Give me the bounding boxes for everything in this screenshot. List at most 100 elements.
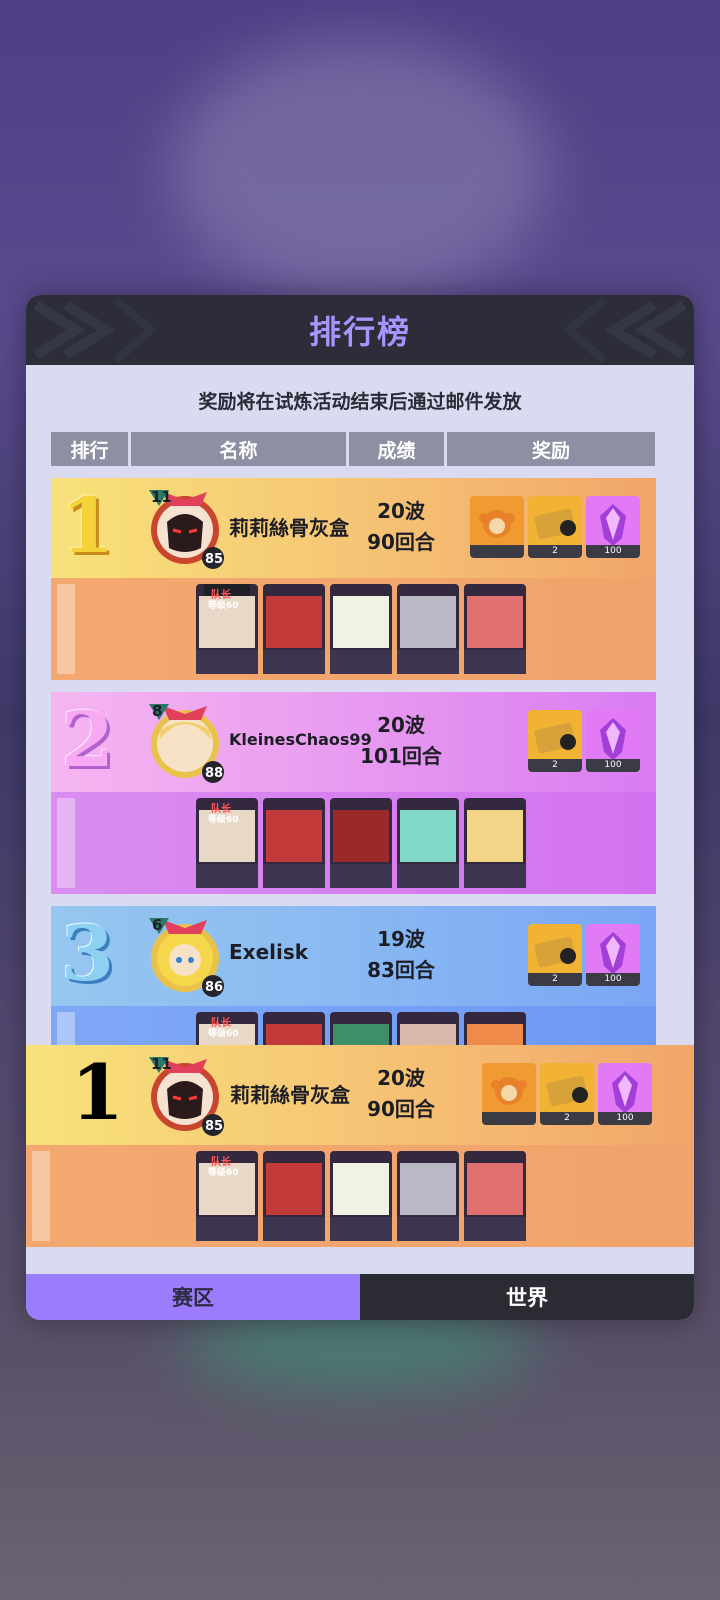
leaderboard-entry-1[interactable]: 1 11 85 莉莉絲骨灰盒 20波 90回合 2 100 队长 等级60 [51, 478, 656, 680]
reward-count: 100 [586, 759, 640, 772]
score-rounds: 90回合 [367, 1097, 435, 1121]
tab-region[interactable]: 赛区 [26, 1274, 360, 1320]
ticket-icon[interactable]: 2 [528, 710, 582, 772]
score-waves: 20波 [377, 499, 425, 523]
ticket-icon[interactable]: 2 [528, 496, 582, 558]
reward-count: 2 [528, 545, 582, 558]
score-waves: 20波 [377, 713, 425, 737]
modal-header: 排行榜 [26, 295, 694, 365]
row-stripe-decoration [57, 584, 75, 674]
reward-notice: 奖励将在试炼活动结束后通过邮件发放 [198, 391, 522, 413]
hero-level-label: 等级60 [208, 1168, 239, 1178]
team-heroes [196, 1151, 526, 1241]
score-rounds: 83回合 [367, 958, 435, 982]
page-title: 排行榜 [308, 313, 411, 351]
hero-card[interactable] [397, 584, 459, 674]
hero-card[interactable] [330, 1012, 392, 1048]
player-score: 20波 90回合 [351, 1063, 451, 1125]
leaderboard-modal: 排行榜 奖励将在试炼活动结束后通过邮件发放 排行 名称 成绩 奖励 1 11 8… [26, 295, 694, 1320]
hero-level-label: 等级60 [208, 601, 239, 611]
hero-card[interactable] [330, 798, 392, 888]
column-header-name: 名称 [131, 432, 346, 466]
team-row: 队长 等级60 [51, 578, 656, 680]
team-heroes [196, 798, 526, 888]
score-rounds: 101回合 [360, 744, 442, 768]
reward-count: 100 [586, 973, 640, 986]
row-stripe-decoration [57, 798, 75, 888]
monkey-doll-icon[interactable] [470, 496, 524, 558]
hero-level-label: 等级60 [208, 815, 239, 825]
avatar-number: 85 [205, 1119, 224, 1134]
hero-card[interactable] [330, 584, 392, 674]
hero-card[interactable] [397, 1012, 459, 1048]
player-score: 20波 101回合 [351, 710, 451, 772]
purple-crystal-icon[interactable]: 100 [586, 924, 640, 986]
hero-card[interactable] [464, 1012, 526, 1048]
reward-count: 2 [540, 1112, 594, 1125]
hero-card[interactable] [263, 1151, 325, 1241]
leaderboard-entry-2[interactable]: 2 8 88 KleinesChaos99 20波 101回合 2 100 队长… [51, 692, 656, 894]
reward-count: 100 [586, 545, 640, 558]
my-rank-entry[interactable]: 1 11 85 莉莉絲骨灰盒 20波 90回合 2 100 队长 等级60 [26, 1045, 694, 1247]
row-stripe-decoration [32, 1151, 50, 1241]
score-waves: 20波 [377, 1066, 425, 1090]
player-name: 莉莉絲骨灰盒 [230, 1083, 350, 1107]
rank-number: 1 [61, 481, 114, 570]
hero-card[interactable] [464, 1151, 526, 1241]
purple-crystal-icon[interactable]: 100 [586, 710, 640, 772]
reward-list: 2 100 [470, 496, 640, 558]
background-figure [170, 40, 550, 300]
player-score: 19波 83回合 [351, 924, 451, 986]
hero-card[interactable] [464, 798, 526, 888]
player-score: 20波 90回合 [351, 496, 451, 558]
player-level: 11 [151, 1055, 172, 1073]
player-level: 8 [152, 702, 163, 720]
avatar-number: 88 [205, 766, 224, 781]
header-decoration-left [33, 296, 158, 364]
ticket-icon[interactable]: 2 [540, 1063, 594, 1125]
purple-crystal-icon[interactable]: 100 [586, 496, 640, 558]
avatar-number: 86 [205, 980, 224, 995]
hero-card[interactable] [464, 584, 526, 674]
player-level: 6 [152, 916, 163, 934]
reward-list: 2 100 [528, 710, 640, 772]
reward-count [470, 545, 524, 558]
column-header-score: 成绩 [349, 432, 444, 466]
player-name: Exelisk [229, 940, 309, 964]
player-name: 莉莉絲骨灰盒 [229, 516, 349, 540]
reward-count: 2 [528, 973, 582, 986]
column-header-rank: 排行 [51, 432, 128, 466]
reward-count: 2 [528, 759, 582, 772]
player-level: 11 [151, 488, 172, 506]
rank-number: 2 [61, 695, 114, 784]
tab-bar: 赛区 世界 [26, 1274, 694, 1320]
leaderboard-entry-3[interactable]: 3 6 86 Exelisk 19波 83回合 2 100 队长 等级60 [51, 906, 656, 1048]
reward-count [482, 1112, 536, 1125]
rank-number: 3 [61, 909, 114, 998]
hero-card[interactable] [263, 1012, 325, 1048]
hero-level-label: 等级60 [208, 1029, 239, 1039]
purple-crystal-icon[interactable]: 100 [598, 1063, 652, 1125]
team-heroes [196, 1012, 526, 1048]
team-row: 队长 等级60 [51, 792, 656, 894]
hero-card[interactable] [330, 1151, 392, 1241]
avatar-number: 85 [205, 552, 224, 567]
ticket-icon[interactable]: 2 [528, 924, 582, 986]
hero-card[interactable] [397, 1151, 459, 1241]
header-decoration-right [562, 296, 687, 364]
column-header-reward: 奖励 [447, 432, 655, 466]
score-waves: 19波 [377, 927, 425, 951]
score-rounds: 90回合 [367, 530, 435, 554]
hero-card[interactable] [263, 798, 325, 888]
team-heroes [196, 584, 526, 674]
team-row: 队长 等级60 [51, 1006, 656, 1048]
rank-number: 1 [71, 1048, 124, 1137]
monkey-doll-icon[interactable] [482, 1063, 536, 1125]
hero-card[interactable] [397, 798, 459, 888]
reward-count: 100 [598, 1112, 652, 1125]
tab-world[interactable]: 世界 [360, 1274, 694, 1320]
hero-card[interactable] [263, 584, 325, 674]
reward-list: 2 100 [528, 924, 640, 986]
reward-list: 2 100 [482, 1063, 652, 1125]
leaderboard-list[interactable]: 1 11 85 莉莉絲骨灰盒 20波 90回合 2 100 队长 等级60 2 … [51, 478, 656, 1048]
